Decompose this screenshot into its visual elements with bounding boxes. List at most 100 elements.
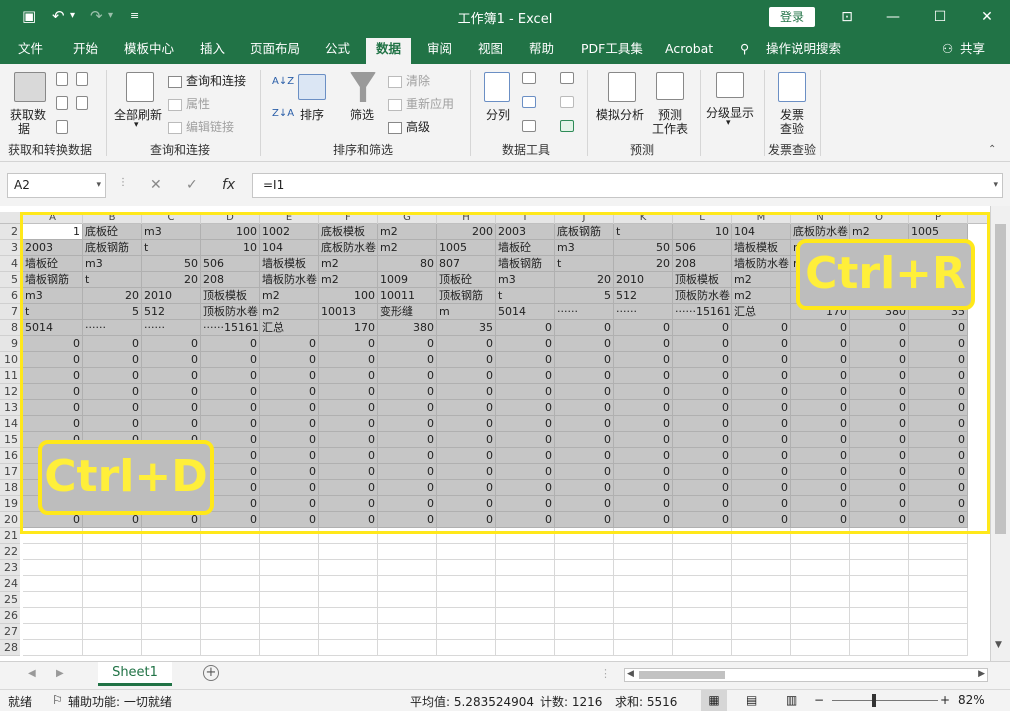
cell-f7[interactable]: 10013 xyxy=(319,304,378,320)
cell-g8[interactable]: 380 xyxy=(378,320,437,336)
cell-p20[interactable]: 0 xyxy=(909,512,968,528)
cell-m26[interactable] xyxy=(732,608,791,624)
tab-review[interactable]: 审阅 xyxy=(427,40,452,64)
cell-m10[interactable]: 0 xyxy=(732,352,791,368)
cell-l22[interactable] xyxy=(673,544,732,560)
cell-k7[interactable]: ······ xyxy=(614,304,673,320)
cell-m17[interactable]: 0 xyxy=(732,464,791,480)
cell-k10[interactable]: 0 xyxy=(614,352,673,368)
cell-o19[interactable]: 0 xyxy=(850,496,909,512)
cell-p15[interactable]: 0 xyxy=(909,432,968,448)
cell-c2[interactable]: m3 xyxy=(142,224,201,240)
cell-h11[interactable]: 0 xyxy=(437,368,496,384)
vertical-scrollbar[interactable]: ▼ xyxy=(990,206,1010,661)
clear-button[interactable]: 清除 xyxy=(388,72,430,89)
cell-f25[interactable] xyxy=(319,592,378,608)
cell-k17[interactable]: 0 xyxy=(614,464,673,480)
cell-e15[interactable]: 0 xyxy=(260,432,319,448)
cell-i5[interactable]: m3 xyxy=(496,272,555,288)
cell-m8[interactable]: 0 xyxy=(732,320,791,336)
person-icon[interactable]: ⚇ xyxy=(942,40,953,64)
normal-view-icon[interactable]: ▦ xyxy=(701,690,727,711)
cell-o8[interactable]: 0 xyxy=(850,320,909,336)
cell-g19[interactable]: 0 xyxy=(378,496,437,512)
row-header-26[interactable]: 26 xyxy=(0,608,20,624)
cell-f14[interactable]: 0 xyxy=(319,416,378,432)
row-header-2[interactable]: 2 xyxy=(0,224,20,240)
cell-h27[interactable] xyxy=(437,624,496,640)
from-text-icon[interactable] xyxy=(56,72,68,86)
cell-o25[interactable] xyxy=(850,592,909,608)
row-header-19[interactable]: 19 xyxy=(0,496,20,512)
cell-d6[interactable]: 顶板模板 xyxy=(201,288,260,304)
cell-p8[interactable]: 0 xyxy=(909,320,968,336)
advanced-filter-button[interactable]: 高级 xyxy=(388,118,430,135)
cell-c25[interactable] xyxy=(142,592,201,608)
cell-o28[interactable] xyxy=(850,640,909,656)
cell-l16[interactable]: 0 xyxy=(673,448,732,464)
cell-b22[interactable] xyxy=(83,544,142,560)
column-header-g[interactable]: G xyxy=(378,212,437,224)
cell-d24[interactable] xyxy=(201,576,260,592)
cell-o15[interactable]: 0 xyxy=(850,432,909,448)
cell-o13[interactable]: 0 xyxy=(850,400,909,416)
cell-e8[interactable]: 汇总 xyxy=(260,320,319,336)
cell-e5[interactable]: 墙板防水卷 xyxy=(260,272,319,288)
cell-d13[interactable]: 0 xyxy=(201,400,260,416)
add-sheet-icon[interactable]: + xyxy=(203,665,219,681)
cell-e6[interactable]: m2 xyxy=(260,288,319,304)
cell-e4[interactable]: 墙板模板 xyxy=(260,256,319,272)
cell-f13[interactable]: 0 xyxy=(319,400,378,416)
cell-m7[interactable]: 汇总 xyxy=(732,304,791,320)
cell-d26[interactable] xyxy=(201,608,260,624)
cell-g28[interactable] xyxy=(378,640,437,656)
cell-m16[interactable]: 0 xyxy=(732,448,791,464)
cell-j18[interactable]: 0 xyxy=(555,480,614,496)
tab-help[interactable]: 帮助 xyxy=(529,40,554,64)
cell-p14[interactable]: 0 xyxy=(909,416,968,432)
cell-i16[interactable]: 0 xyxy=(496,448,555,464)
cell-a27[interactable] xyxy=(23,624,83,640)
cell-c24[interactable] xyxy=(142,576,201,592)
cell-e28[interactable] xyxy=(260,640,319,656)
cell-c27[interactable] xyxy=(142,624,201,640)
cell-f19[interactable]: 0 xyxy=(319,496,378,512)
cell-m20[interactable]: 0 xyxy=(732,512,791,528)
cell-j5[interactable]: 20 xyxy=(555,272,614,288)
cell-g26[interactable] xyxy=(378,608,437,624)
cell-d5[interactable]: 208 xyxy=(201,272,260,288)
row-header-14[interactable]: 14 xyxy=(0,416,20,432)
cell-d14[interactable]: 0 xyxy=(201,416,260,432)
cell-j28[interactable] xyxy=(555,640,614,656)
cell-n22[interactable] xyxy=(791,544,850,560)
cell-i3[interactable]: 墙板砼 xyxy=(496,240,555,256)
cell-n10[interactable]: 0 xyxy=(791,352,850,368)
cell-k14[interactable]: 0 xyxy=(614,416,673,432)
cell-b13[interactable]: 0 xyxy=(83,400,142,416)
cell-d22[interactable] xyxy=(201,544,260,560)
insert-function-icon[interactable]: fx xyxy=(222,177,235,193)
cell-m21[interactable] xyxy=(732,528,791,544)
cell-m5[interactable]: m2 xyxy=(732,272,791,288)
cell-g11[interactable]: 0 xyxy=(378,368,437,384)
column-header-n[interactable]: N xyxy=(791,212,850,224)
cell-m12[interactable]: 0 xyxy=(732,384,791,400)
tab-formulas[interactable]: 公式 xyxy=(325,40,350,64)
cell-e9[interactable]: 0 xyxy=(260,336,319,352)
cell-e26[interactable] xyxy=(260,608,319,624)
cell-d23[interactable] xyxy=(201,560,260,576)
cell-b9[interactable]: 0 xyxy=(83,336,142,352)
cell-o17[interactable]: 0 xyxy=(850,464,909,480)
accessibility-icon[interactable]: ⚐ xyxy=(52,693,63,707)
cell-p11[interactable]: 0 xyxy=(909,368,968,384)
cell-a11[interactable]: 0 xyxy=(23,368,83,384)
cell-h7[interactable]: m xyxy=(437,304,496,320)
cell-g7[interactable]: 变形缝 xyxy=(378,304,437,320)
cell-g15[interactable]: 0 xyxy=(378,432,437,448)
cell-i23[interactable] xyxy=(496,560,555,576)
cell-k24[interactable] xyxy=(614,576,673,592)
cell-n25[interactable] xyxy=(791,592,850,608)
page-layout-view-icon[interactable]: ▤ xyxy=(746,693,757,707)
previous-sheet-icon[interactable]: ◀ xyxy=(28,668,36,679)
cell-b21[interactable] xyxy=(83,528,142,544)
